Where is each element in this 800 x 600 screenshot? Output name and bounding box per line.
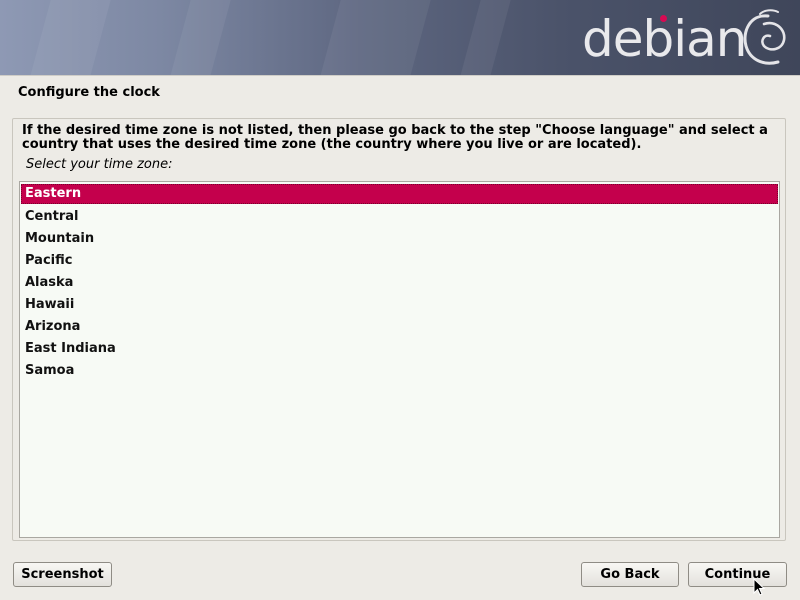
- timezone-option[interactable]: Samoa: [21, 360, 778, 382]
- banner-decoration: [163, 0, 237, 75]
- banner-decoration: [23, 0, 117, 75]
- timezone-option[interactable]: Arizona: [21, 316, 778, 338]
- timezone-option[interactable]: Alaska: [21, 272, 778, 294]
- timezone-option[interactable]: Eastern: [21, 184, 778, 204]
- debian-banner: debian: [0, 0, 800, 75]
- timezone-option[interactable]: Hawaii: [21, 294, 778, 316]
- help-text: If the desired time zone is not listed, …: [22, 123, 768, 152]
- banner-divider: [0, 75, 800, 76]
- timezone-option[interactable]: Central: [21, 206, 778, 228]
- timezone-list[interactable]: Eastern Central Mountain Pacific Alaska Hawai…: [19, 181, 780, 538]
- timezone-prompt: Select your time zone:: [26, 157, 173, 172]
- screenshot-button[interactable]: Screenshot: [13, 562, 112, 587]
- debian-swirl-icon: [743, 9, 786, 65]
- go-back-button[interactable]: Go Back: [581, 562, 679, 587]
- page-title: Configure the clock: [18, 85, 160, 100]
- logo-accent-dot: [660, 15, 667, 22]
- mouse-pointer-icon: [753, 578, 765, 596]
- timezone-option[interactable]: East Indiana: [21, 338, 778, 360]
- timezone-option[interactable]: Pacific: [21, 250, 778, 272]
- timezone-option[interactable]: Mountain: [21, 228, 778, 250]
- banner-decoration: [453, 0, 517, 75]
- continue-button[interactable]: Continue: [688, 562, 787, 587]
- banner-decoration: [313, 0, 437, 75]
